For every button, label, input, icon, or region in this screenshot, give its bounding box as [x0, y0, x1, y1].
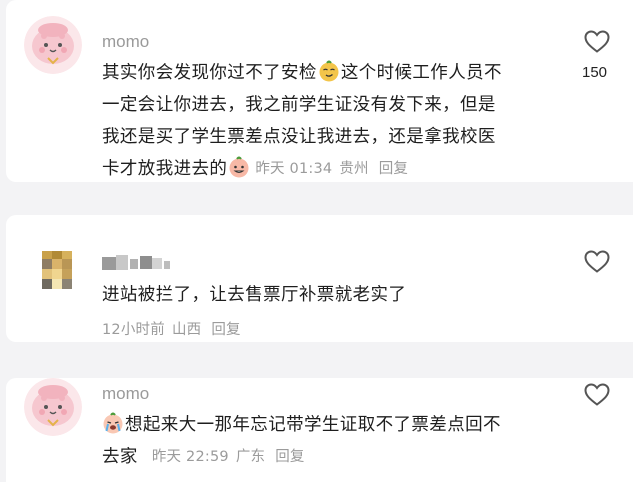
- comment-meta: 昨天 01:34 贵州 回复: [255, 161, 408, 177]
- comment-location: 广东: [235, 449, 266, 465]
- awkward-smile-emoji-icon: [228, 156, 250, 178]
- comment-card: momo 其实你会发现你过不了安检 这个时候工作人员不 一定会让你进去，我之前学生…: [6, 0, 633, 182]
- pink-blob-avatar-icon[interactable]: [24, 378, 82, 436]
- comment-text: 想起来大一那年忘记带学生证取不了票差点回不 去家 昨天 22:59 广东 回复: [102, 409, 501, 474]
- smug-face-emoji-icon: [318, 60, 340, 82]
- reply-button[interactable]: 回复: [379, 161, 408, 177]
- comment-meta: 昨天 22:59 广东 回复: [152, 449, 305, 465]
- comment-location: 山西: [171, 322, 202, 338]
- blurred-avatar-icon[interactable]: [40, 247, 74, 295]
- comment-text: 进站被拦了，让去售票厅补票就老实了: [102, 285, 407, 305]
- reply-button[interactable]: 回复: [275, 449, 304, 465]
- comment-username[interactable]: momo: [102, 384, 149, 404]
- blurred-username[interactable]: [102, 253, 180, 273]
- comment-time: 昨天 01:34: [255, 161, 333, 177]
- comment-card: momo 想起来大一那年忘记带学生证取不了票差点回不 去家 昨天 22:59 广东回…: [6, 378, 633, 482]
- comment-feed: momo 其实你会发现你过不了安检 这个时候工作人员不 一定会让你进去，我之前学生…: [0, 0, 633, 482]
- reply-button[interactable]: 回复: [211, 322, 240, 338]
- comment-text: 其实你会发现你过不了安检 这个时候工作人员不 一定会让你进去，我之前学生证没有发下…: [102, 57, 502, 186]
- heart-icon: [584, 383, 610, 406]
- comment-username[interactable]: momo: [102, 32, 149, 52]
- pink-blob-avatar-icon[interactable]: [24, 16, 82, 74]
- heart-icon: [584, 30, 610, 53]
- comment-meta: 12小时前 山西 回复: [102, 318, 241, 339]
- like-button[interactable]: [584, 30, 610, 54]
- crying-face-emoji-icon: [102, 412, 124, 434]
- comment-time: 12小时前: [102, 322, 165, 338]
- heart-icon: [584, 250, 610, 273]
- like-button[interactable]: [584, 383, 610, 407]
- comment-location: 贵州: [339, 161, 369, 177]
- comment-time: 昨天 22:59: [151, 449, 229, 465]
- like-count: 150: [582, 64, 608, 81]
- like-button[interactable]: [584, 250, 610, 274]
- comment-card: 进站被拦了，让去售票厅补票就老实了 12小时前 山西 回复: [6, 215, 633, 342]
